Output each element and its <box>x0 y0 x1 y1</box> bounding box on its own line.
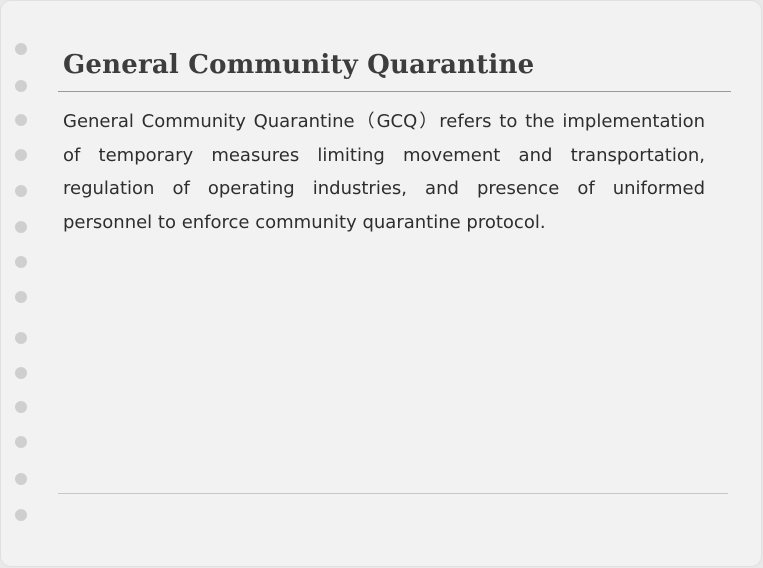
binder-hole <box>15 80 27 92</box>
binder-hole <box>15 185 27 197</box>
binder-hole <box>15 149 27 161</box>
binder-hole <box>15 221 27 233</box>
binder-hole <box>15 332 27 344</box>
bottom-divider <box>58 493 728 494</box>
binder-hole <box>15 436 27 448</box>
binder-hole <box>15 509 27 521</box>
note-card: General Community Quarantine General Com… <box>1 1 761 566</box>
binder-hole <box>15 473 27 485</box>
title-divider <box>58 91 731 92</box>
binder-hole <box>15 401 27 413</box>
binder-hole <box>15 43 27 55</box>
note-body: General Community Quarantine（GCQ）refers … <box>63 111 705 233</box>
note-title: General Community Quarantine <box>63 50 535 80</box>
binder-hole <box>15 256 27 268</box>
binder-hole <box>15 291 27 303</box>
binder-holes <box>15 43 29 523</box>
binder-hole <box>15 114 27 126</box>
binder-hole <box>15 367 27 379</box>
